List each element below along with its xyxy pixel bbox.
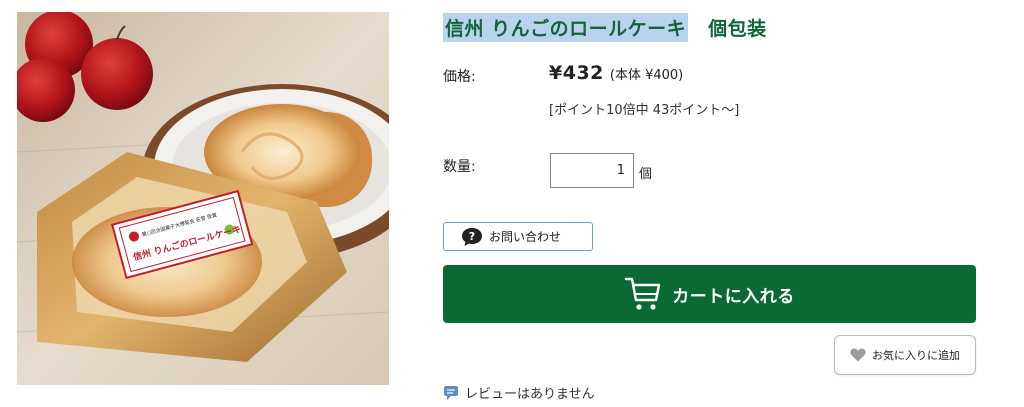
price-label: 価格: xyxy=(443,69,476,85)
product-title: 信州 りんごのロールケーキ 個包装 xyxy=(443,12,767,42)
product-title-main: 信州 りんごのロールケーキ xyxy=(443,12,689,42)
price-value: ¥432 xyxy=(549,62,604,84)
quantity-input[interactable] xyxy=(550,153,634,188)
inquiry-button-label: お問い合わせ xyxy=(489,230,562,244)
add-to-cart-button[interactable]: カートに入れる xyxy=(443,265,976,323)
points-info: [ポイント10倍中 43ポイント〜] xyxy=(549,103,740,118)
review-text: レビューはありません xyxy=(465,387,595,402)
quantity-unit: 個 xyxy=(639,167,653,182)
product-image: 第○回全国菓子大博覧会 名誉 受賞 信州 りんごのロールケーキ xyxy=(17,12,389,385)
speech-bubble-icon xyxy=(444,385,458,400)
add-to-cart-label: カートに入れる xyxy=(672,286,795,307)
inquiry-button[interactable]: ? お問い合わせ xyxy=(443,222,593,251)
heart-icon xyxy=(850,348,866,362)
review-status: レビューはありません xyxy=(443,383,595,402)
cart-icon xyxy=(625,277,661,310)
price-base: (本体 ¥400) xyxy=(609,68,684,83)
question-bubble-icon: ? xyxy=(462,227,482,246)
product-title-sub: 個包装 xyxy=(708,17,767,40)
add-to-favorites-button[interactable]: お気に入りに追加 xyxy=(834,335,976,375)
quantity-label: 数量: xyxy=(443,159,476,175)
price-row: ¥432 (本体 ¥400) xyxy=(549,62,683,84)
add-to-favorites-label: お気に入りに追加 xyxy=(872,349,960,362)
svg-text:?: ? xyxy=(469,230,475,243)
